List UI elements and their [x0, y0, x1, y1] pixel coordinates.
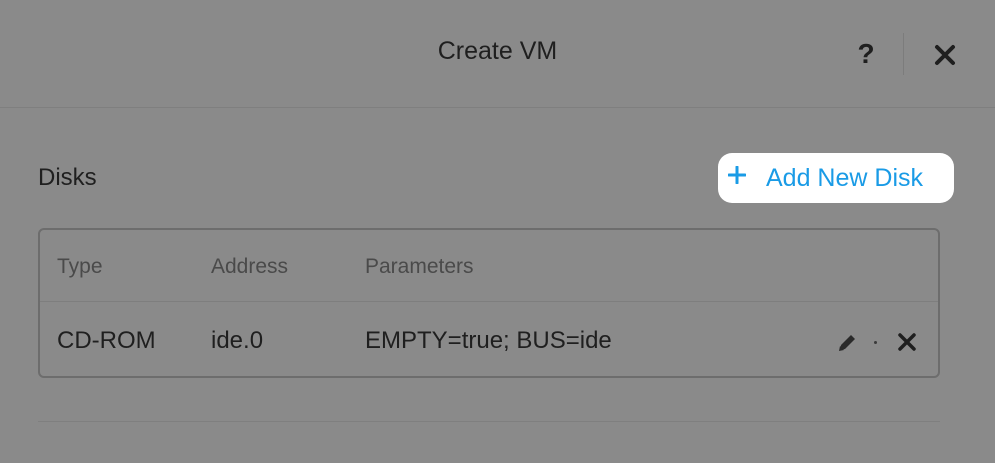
- plus-icon: [728, 166, 746, 184]
- dialog-title: Create VM: [437, 37, 558, 65]
- disk-parameters-cell: EMPTY=true; BUS=ide: [365, 327, 612, 354]
- close-icon: [935, 45, 955, 65]
- delete-icon[interactable]: [897, 332, 917, 352]
- section-divider: [38, 421, 940, 422]
- close-button[interactable]: [930, 40, 960, 70]
- action-separator: [874, 341, 877, 344]
- header-divider: [903, 33, 904, 75]
- help-button[interactable]: ?: [852, 36, 880, 72]
- disk-type-cell: CD-ROM: [57, 327, 156, 354]
- add-new-disk-label: Add New Disk: [766, 163, 923, 192]
- disks-section-title: Disks: [38, 164, 97, 191]
- add-new-disk-button[interactable]: Add New Disk: [718, 153, 954, 203]
- disk-address-cell: ide.0: [211, 327, 264, 354]
- dialog-header: Create VM ?: [0, 0, 995, 108]
- table-row: CD-ROM ide.0 EMPTY=true; BUS=ide: [40, 230, 938, 376]
- disks-table: Type Address Parameters CD-ROM ide.0 EMP…: [38, 228, 940, 378]
- edit-icon[interactable]: [836, 332, 858, 354]
